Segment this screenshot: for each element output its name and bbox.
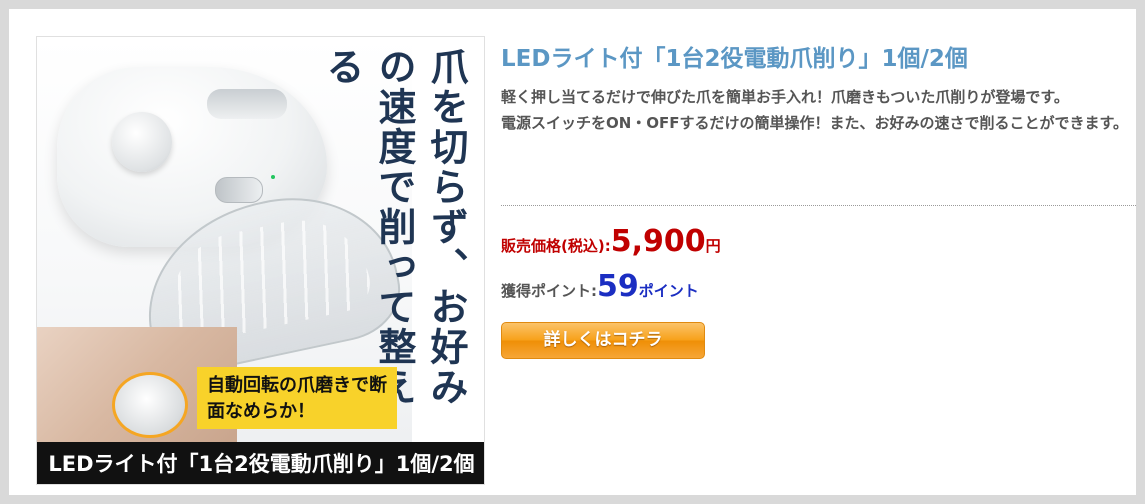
points-value: 59 [597, 269, 639, 304]
device-slot [207, 89, 287, 119]
points-unit: ポイント [638, 282, 699, 300]
price-value: 5,900 [610, 224, 706, 259]
price-label: 販売価格(税込): [501, 237, 611, 255]
description-line: 軽く押し当てるだけで伸びた爪を簡単お手入れ！爪磨きもついた爪削りが登場です。 [501, 88, 1069, 106]
image-caption: LEDライト付「1台2役電動爪削り」1個/2個 [37, 442, 484, 484]
points-row: 獲得ポイント:59ポイント [501, 269, 699, 304]
product-title[interactable]: LEDライト付「1台2役電動爪削り」1個/2個 [501, 39, 968, 73]
divider [501, 205, 1136, 206]
price-unit: 円 [705, 237, 721, 255]
product-card: 爪を切らず、お好みの速度で削って整える 自動回転の爪磨きで断面なめらか！ LED… [0, 0, 1145, 504]
description-line: 電源スイッチをON・OFFするだけの簡単操作！また、お好みの速さで削ることができ… [501, 114, 1129, 132]
device-knob [112, 112, 172, 172]
product-description: 軽く押し当てるだけで伸びた爪を簡単お手入れ！爪磨きもついた爪削りが登場です。 電… [501, 84, 1136, 136]
details-button[interactable]: 詳しくはコチラ [501, 322, 705, 359]
points-label: 獲得ポイント: [501, 282, 597, 300]
price-row: 販売価格(税込):5,900円 [501, 224, 721, 259]
grinding-wheel [112, 372, 188, 438]
device-switch [215, 177, 263, 203]
product-image[interactable]: 爪を切らず、お好みの速度で削って整える 自動回転の爪磨きで断面なめらか！ LED… [36, 36, 485, 485]
feature-label: 自動回転の爪磨きで断面なめらか！ [197, 367, 397, 429]
device-led [271, 175, 275, 179]
